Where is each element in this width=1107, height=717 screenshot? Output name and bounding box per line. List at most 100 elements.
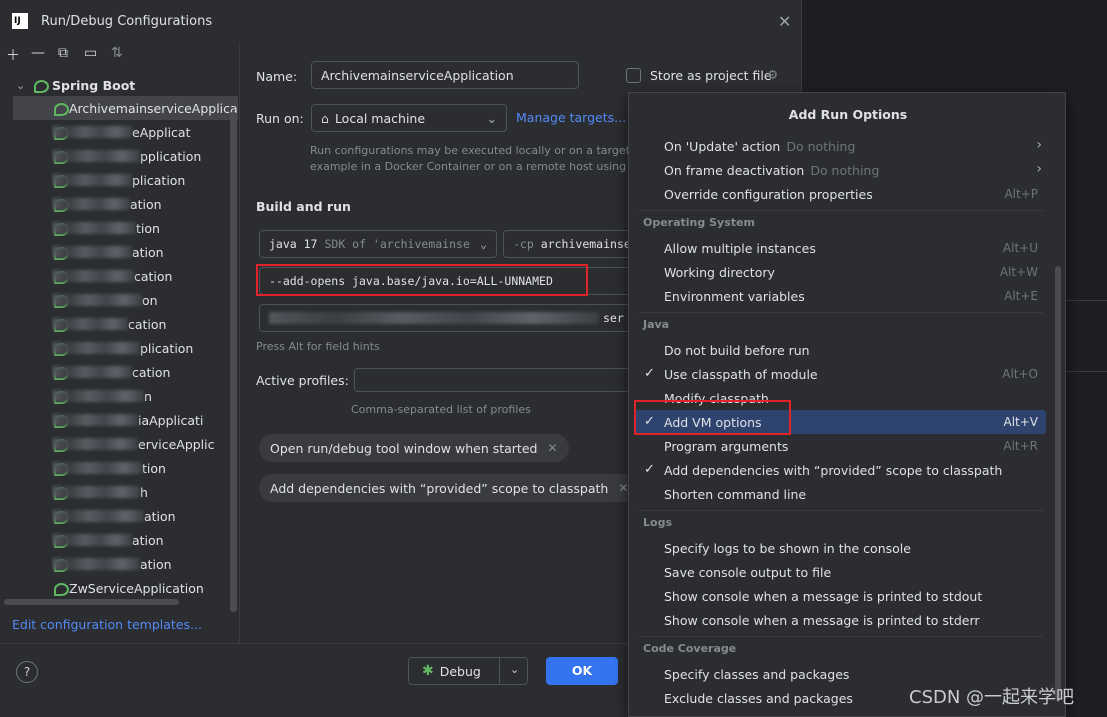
menu-item-label: Show console when a message is printed t…: [664, 588, 983, 604]
close-icon[interactable]: ✕: [547, 441, 557, 455]
blurred-main-class: [269, 312, 599, 324]
sort-icon[interactable]: ⇅: [111, 45, 123, 61]
tree-item[interactable]: pplication: [52, 144, 240, 168]
close-icon[interactable]: ✕: [778, 12, 791, 31]
menu-item-label: Specify logs to be shown in the console: [664, 540, 911, 556]
jdk-sdk: SDK of 'archivemainse: [324, 237, 470, 251]
menu-item[interactable]: Show console when a message is printed t…: [635, 584, 1046, 608]
chip-open-tool-window[interactable]: Open run/debug tool window when started …: [259, 434, 569, 462]
menu-item-label: Show console when a message is printed t…: [664, 612, 980, 628]
tree-item[interactable]: cation: [52, 312, 240, 336]
menu-item[interactable]: ✓ Add dependencies with “provided” scope …: [635, 458, 1046, 482]
tree-item[interactable]: ation: [52, 552, 240, 576]
blurred-text: [52, 390, 144, 402]
tree-group-spring-boot[interactable]: ⌄ Spring Boot: [16, 74, 135, 96]
menu-item[interactable]: On frame deactivation Do nothing ›: [635, 158, 1046, 182]
debug-button[interactable]: ✱ Debug ⌄: [408, 657, 528, 685]
menu-item[interactable]: Environment variables Alt+E: [635, 284, 1046, 308]
chip-label: Open run/debug tool window when started: [270, 440, 538, 456]
tree-item[interactable]: erviceApplic: [52, 432, 240, 456]
menu-item[interactable]: Shorten command line: [635, 482, 1046, 506]
tree-item-label: ZwServiceApplication: [69, 580, 204, 596]
tree-item[interactable]: ZwServiceApplication: [52, 576, 240, 600]
main-class-input[interactable]: ser: [259, 304, 639, 332]
add-icon[interactable]: ＋: [6, 45, 20, 65]
chevron-down-icon[interactable]: ⌄: [510, 663, 519, 676]
menu-item[interactable]: Save console output to file: [635, 560, 1046, 584]
tree-item[interactable]: n: [52, 384, 240, 408]
menu-item[interactable]: ✓ Use classpath of module Alt+O: [635, 362, 1046, 386]
intellij-logo-icon: IJ: [12, 13, 28, 29]
gear-icon[interactable]: ⚙: [767, 67, 778, 82]
active-profiles-label: Active profiles:: [256, 373, 349, 388]
config-tree-panel: ＋ — ⧉ ▭ ⇅ ⌄ Spring Boot Archivemainservi…: [0, 42, 240, 643]
tree-item[interactable]: plication: [52, 336, 240, 360]
folder-icon[interactable]: ▭: [84, 45, 97, 61]
tree-item[interactable]: plication: [52, 168, 240, 192]
copy-icon[interactable]: ⧉: [58, 45, 68, 61]
menu-item-label: Exclude classes and packages: [664, 690, 853, 706]
menu-item-shortcut: Alt+W: [999, 265, 1038, 279]
tree-item-label: cation: [132, 364, 171, 380]
blurred-text: [52, 246, 132, 258]
tree-item[interactable]: tion: [52, 216, 240, 240]
title-bar: IJ Run/Debug Configurations ✕: [0, 0, 802, 42]
tree-item[interactable]: h: [52, 480, 240, 504]
store-project-checkbox[interactable]: [626, 68, 641, 83]
tree-item-label: iaApplicati: [138, 412, 204, 428]
ok-button[interactable]: OK: [546, 657, 618, 685]
tree-item[interactable]: ation: [52, 240, 240, 264]
tree-horizontal-scrollbar[interactable]: [4, 599, 179, 605]
active-profiles-input[interactable]: [354, 368, 634, 392]
tree-scrollbar[interactable]: [230, 112, 237, 612]
tree-item[interactable]: ation: [52, 528, 240, 552]
menu-item[interactable]: Override configuration properties Alt+P: [635, 182, 1046, 206]
menu-item[interactable]: Do not build before run: [635, 338, 1046, 362]
menu-item[interactable]: Program arguments Alt+R: [635, 434, 1046, 458]
menu-item[interactable]: Working directory Alt+W: [635, 260, 1046, 284]
name-input[interactable]: ArchivemainserviceApplication: [311, 61, 579, 89]
menu-divider: [639, 210, 1043, 211]
popup-scrollbar[interactable]: [1055, 266, 1061, 701]
check-icon: ✓: [644, 462, 655, 477]
tree-item-label: ation: [140, 556, 172, 572]
chip-label: Add dependencies with “provided” scope t…: [270, 480, 609, 496]
tree-item[interactable]: ArchivemainserviceApplicatio: [13, 96, 238, 120]
cp-value: archivemainse: [540, 237, 631, 251]
close-icon[interactable]: ✕: [618, 481, 628, 495]
menu-item-label: Do not build before run: [664, 342, 810, 358]
menu-item[interactable]: On 'Update' action Do nothing ›: [635, 134, 1046, 158]
menu-item-label: Allow multiple instances: [664, 240, 816, 256]
run-on-select[interactable]: ⌂ Local machine ⌄: [311, 104, 507, 132]
manage-targets-link[interactable]: Manage targets...: [516, 110, 626, 125]
menu-item[interactable]: Allow multiple instances Alt+U: [635, 236, 1046, 260]
tree-item[interactable]: tion: [52, 456, 240, 480]
menu-item-label: Override configuration properties: [664, 186, 873, 202]
tree-item[interactable]: cation: [52, 360, 240, 384]
remove-icon[interactable]: —: [31, 45, 45, 61]
menu-item[interactable]: Show console when a message is printed t…: [635, 608, 1046, 632]
help-button[interactable]: ?: [16, 661, 38, 683]
tree-group-label: Spring Boot: [52, 77, 136, 93]
jdk-select[interactable]: java 17 SDK of 'archivemainse ⌄: [259, 230, 497, 258]
menu-item-shortcut: Alt+O: [1002, 367, 1038, 381]
tree-item[interactable]: cation: [52, 264, 240, 288]
window-title: Run/Debug Configurations: [41, 14, 213, 29]
chip-provided-scope[interactable]: Add dependencies with “provided” scope t…: [259, 474, 640, 502]
category-operating-system: Operating System: [643, 216, 755, 229]
menu-item[interactable]: Specify logs to be shown in the console: [635, 536, 1046, 560]
chevron-down-icon[interactable]: ⌄: [16, 79, 28, 92]
tree-item[interactable]: eApplicat: [52, 120, 240, 144]
tree-item-label: ation: [132, 244, 164, 260]
menu-item-label: On frame deactivation: [664, 162, 805, 178]
tree-item[interactable]: ation: [52, 192, 240, 216]
tree-item[interactable]: iaApplicati: [52, 408, 240, 432]
annotation-box-vm-option: [634, 400, 791, 435]
tree-item[interactable]: ation: [52, 504, 240, 528]
edit-templates-link[interactable]: Edit configuration templates...: [12, 617, 202, 632]
chevron-right-icon: ›: [1036, 161, 1042, 177]
blurred-text: [52, 558, 140, 570]
chevron-down-icon: ⌄: [486, 110, 497, 126]
tree-item[interactable]: on: [52, 288, 240, 312]
menu-item-label: On 'Update' action: [664, 138, 781, 154]
